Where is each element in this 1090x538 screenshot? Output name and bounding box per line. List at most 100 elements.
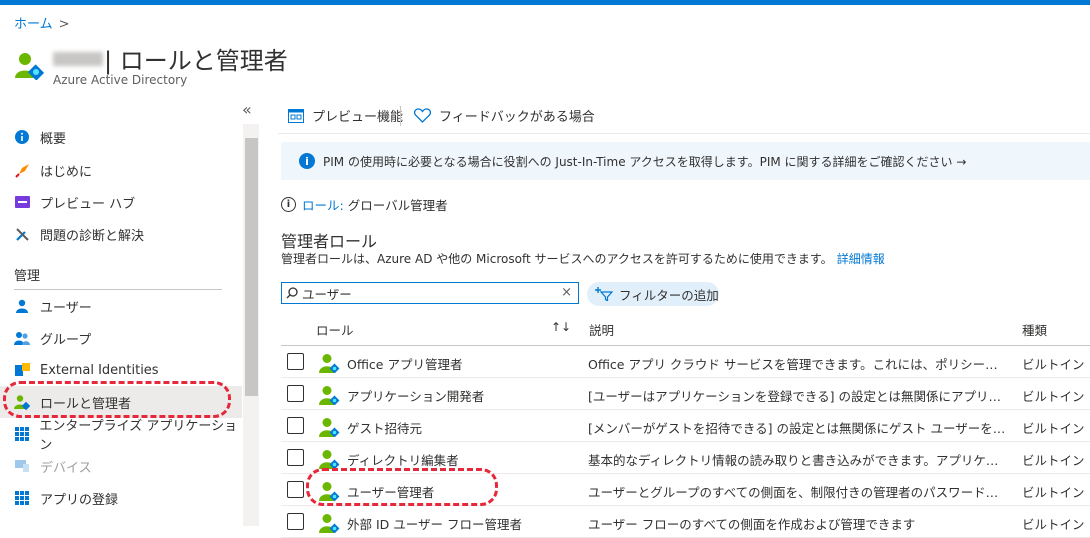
pim-info-banner[interactable]: i PIM の使用時に必要となる場合に役割への Just-In-Time アクセ… <box>281 142 1090 180</box>
table-row[interactable]: Office アプリ管理者 Office アプリ クラウド サービスを管理できま… <box>281 346 1090 378</box>
row-checkbox[interactable] <box>287 353 304 370</box>
table-row[interactable]: アプリケーション開発者 [ユーザーはアプリケーションを登録できる] の設定とは無… <box>281 378 1090 410</box>
add-filter-icon <box>595 287 613 301</box>
role-icon <box>319 514 340 533</box>
external-identities-icon <box>14 362 30 378</box>
role-type: ビルトイン <box>1022 389 1085 404</box>
sidebar-item-groups[interactable]: グループ <box>0 322 242 354</box>
sidebar-item-preview-hub[interactable]: プレビュー ハブ <box>0 186 242 218</box>
role-type: ビルトイン <box>1022 517 1085 532</box>
pim-info-text: PIM の使用時に必要となる場合に役割への Just-In-Time アクセスを… <box>323 154 967 169</box>
collapse-sidebar-button[interactable]: « <box>242 100 252 119</box>
info-icon: i <box>299 153 315 169</box>
preview-hub-icon <box>14 194 30 210</box>
section-description: 管理者ロールは、Azure AD や他の Microsoft サービスへのアクセ… <box>281 250 885 267</box>
page-subtitle: Azure Active Directory <box>53 73 188 87</box>
role-icon <box>319 418 340 437</box>
role-type: ビルトイン <box>1022 453 1085 468</box>
sidebar-item-enterprise-apps[interactable]: エンタープライズ アプリケーション <box>0 418 242 453</box>
rocket-icon <box>14 162 30 178</box>
role-value: グローバル管理者 <box>347 198 448 213</box>
clear-search-icon[interactable]: × <box>561 285 572 300</box>
sidebar-item-label: External Identities <box>40 362 159 378</box>
device-icon <box>14 458 30 474</box>
table-row[interactable]: 外部 ID ユーザー フロー管理者 ユーザー フローのすべての側面を作成および管… <box>281 506 1090 538</box>
sidebar-item-label: グループ <box>40 332 92 348</box>
row-checkbox[interactable] <box>287 417 304 434</box>
user-icon <box>14 298 30 314</box>
search-icon <box>286 287 298 299</box>
preview-features-icon <box>288 108 304 123</box>
breadcrumb-separator: > <box>58 17 70 32</box>
role-name[interactable]: Office アプリ管理者 <box>347 354 462 373</box>
breadcrumb-home-link[interactable]: ホーム <box>14 17 53 32</box>
feedback-label: フィードバックがある場合 <box>439 110 595 125</box>
table-row[interactable]: ゲスト招待元 [メンバーがゲストを招待できる] の設定とは無関係にゲスト ユーザ… <box>281 410 1090 442</box>
sidebar-item-label: ユーザー <box>40 300 92 316</box>
role-name[interactable]: 外部 ID ユーザー フロー管理者 <box>347 514 522 533</box>
group-icon <box>14 330 30 346</box>
role-name[interactable]: ディレクトリ編集者 <box>347 450 459 469</box>
role-description: [メンバーがゲストを招待できる] の設定とは無関係にゲスト ユーザーを招待できま… <box>588 421 1008 436</box>
sidebar-item-label: 概要 <box>40 131 67 147</box>
sidebar-item-label: 問題の診断と解決 <box>40 228 145 244</box>
info-circle-icon: i <box>281 197 296 212</box>
role-description: Office アプリ クラウド サービスを管理できます。これには、ポリシーと設定… <box>588 357 1008 372</box>
sidebar-item-label: プレビュー ハブ <box>40 196 136 212</box>
role-icon <box>319 386 340 405</box>
role-type: ビルトイン <box>1022 485 1085 500</box>
sidebar-item-diagnose[interactable]: 問題の診断と解決 <box>0 218 242 250</box>
column-header-type[interactable]: 種類 <box>1022 320 1047 339</box>
search-input[interactable] <box>302 285 542 301</box>
role-description: 基本的なディレクトリ情報の読み取りと書き込みができます。アプリケーションにアク.… <box>588 453 1008 468</box>
role-type: ビルトイン <box>1022 421 1085 436</box>
toolbar-divider <box>400 106 401 126</box>
role-link[interactable]: ロール: <box>302 195 344 214</box>
column-header-description: 説明 <box>589 323 615 338</box>
role-icon <box>319 354 340 373</box>
role-icon <box>319 450 340 469</box>
row-checkbox[interactable] <box>287 481 304 498</box>
current-role-info: i ロール: グローバル管理者 <box>281 195 448 214</box>
page-title: | ロールと管理者 <box>104 47 288 75</box>
sidebar-item-devices[interactable]: デバイス <box>0 450 242 482</box>
row-checkbox[interactable] <box>287 513 304 530</box>
row-checkbox[interactable] <box>287 449 304 466</box>
role-type: ビルトイン <box>1022 357 1085 372</box>
add-filter-button[interactable]: フィルターの追加 <box>587 282 719 306</box>
sidebar-scrollbar-thumb[interactable] <box>245 138 258 396</box>
annotation-highlight-row <box>306 468 498 506</box>
top-accent-bar <box>0 0 1090 5</box>
sidebar-item-label: エンタープライズ アプリケーション <box>39 419 238 453</box>
sidebar-item-users[interactable]: ユーザー <box>0 290 242 322</box>
section-title: 管理者ロール <box>281 232 378 251</box>
preview-features-button[interactable]: プレビュー機能 <box>288 106 403 125</box>
row-checkbox[interactable] <box>287 385 304 402</box>
annotation-highlight-sidebar <box>3 381 231 418</box>
enterprise-apps-icon <box>14 426 29 442</box>
add-filter-label: フィルターの追加 <box>619 287 719 303</box>
sidebar-item-overview[interactable]: 概要 <box>0 121 242 153</box>
role-name[interactable]: アプリケーション開発者 <box>347 386 484 405</box>
search-box[interactable]: × <box>281 282 579 304</box>
tenant-name-redacted <box>53 52 103 66</box>
sidebar-item-app-registrations[interactable]: アプリの登録 <box>0 482 242 514</box>
breadcrumb: ホーム > <box>14 13 70 32</box>
role-description: ユーザーとグループのすべての側面を、制限付きの管理者のパスワードをリセットする.… <box>588 485 1008 500</box>
sidebar-item-getting-started[interactable]: はじめに <box>0 154 242 186</box>
sidebar-item-label: アプリの登録 <box>40 492 119 508</box>
role-description: [ユーザーはアプリケーションを登録できる] の設定とは無関係にアプリケーション登… <box>588 389 1008 404</box>
column-header-role[interactable]: ロール <box>316 320 354 339</box>
feedback-button[interactable]: フィードバックがある場合 <box>414 106 595 125</box>
preview-features-label: プレビュー機能 <box>312 110 404 125</box>
heart-icon <box>414 108 431 123</box>
learn-more-link[interactable]: 詳細情報 <box>837 252 885 266</box>
role-description: ユーザー フローのすべての側面を作成および管理できます <box>588 517 916 532</box>
section-description-text: 管理者ロールは、Azure AD や他の Microsoft サービスへのアクセ… <box>281 252 833 266</box>
sidebar-item-label: はじめに <box>40 164 93 180</box>
role-name[interactable]: ゲスト招待元 <box>347 418 422 437</box>
sidebar-item-label: デバイス <box>40 460 92 476</box>
info-icon <box>14 129 30 145</box>
sidebar-section-manage: 管理 <box>14 269 41 284</box>
sort-icon[interactable]: ↑↓ <box>551 320 571 334</box>
